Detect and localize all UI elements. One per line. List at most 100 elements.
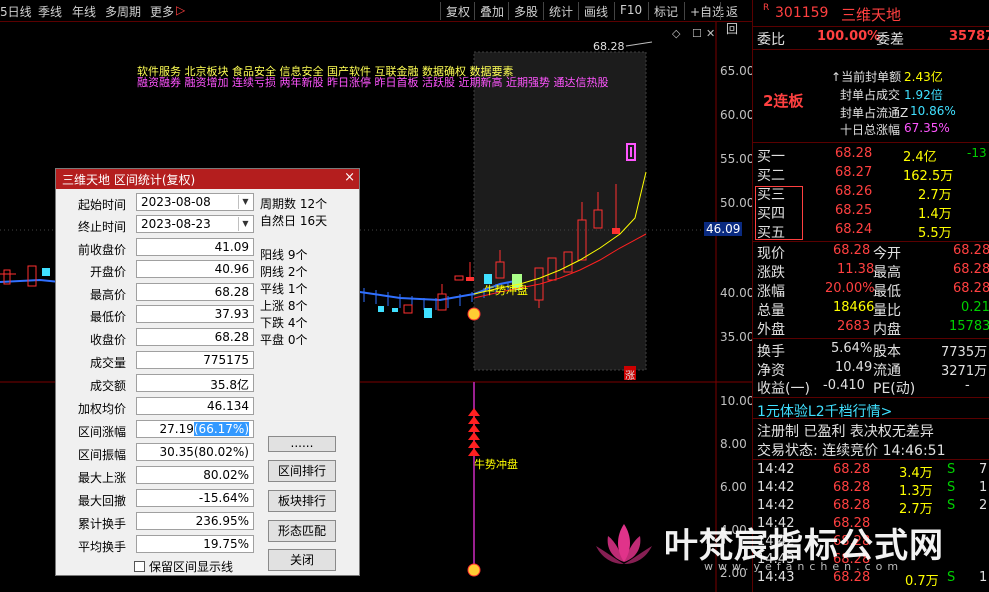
bid-price: 68.28 [835, 146, 873, 161]
tab-5day-ma[interactable]: 5日线 [0, 3, 32, 20]
stat-row-range-change: 区间涨幅 27.19(66.17%) [62, 420, 302, 440]
dialog-title: 三维天地 区间统计(复权) [62, 173, 196, 187]
concept-tags-line2: 融资融券 融资增加 连续亏损 两年新股 昨日涨停 昨日首板 活跃股 近期新高 近… [137, 76, 609, 89]
quote-label: 总量 [757, 303, 785, 319]
chart-option-icon-1[interactable]: ◇ [672, 27, 680, 40]
ten-day-gain-label: 十日总涨幅 [840, 123, 901, 137]
field-value[interactable]: 41.09 [136, 238, 254, 256]
field-value[interactable]: -15.64% [136, 489, 254, 507]
sub-tick-8: 8.00 [720, 437, 747, 451]
field-label: 累计换手 [77, 517, 126, 531]
field-value[interactable]: 80.02% [136, 466, 254, 484]
quote-label: 涨跌 [757, 265, 785, 281]
keep-range-line-checkbox[interactable]: 保留区间显示线 [134, 558, 233, 575]
restore-rights-button[interactable]: 复权 [440, 2, 475, 20]
stat-up-days: 上涨 8个 [260, 299, 308, 313]
tick-volume: 3.4万 [899, 466, 933, 481]
seal-vs-float-value: 10.86% [910, 104, 956, 118]
end-time-value: 2023-08-23 [141, 217, 211, 231]
quote-value: 20.00% [825, 281, 875, 296]
stat-yang-lines: 阳线 9个 [260, 248, 308, 262]
field-value[interactable]: 35.8亿 [136, 374, 254, 392]
chart-option-icon-3[interactable]: ✕ [706, 27, 715, 40]
y-tick-55: 55.00 [720, 152, 755, 166]
range-stats-dialog: 三维天地 区间统计(复权) × 起始时间 2023-08-08 ▼ 终止时间 2… [55, 168, 360, 576]
bid-volume: 2.7万 [918, 188, 952, 203]
site-watermark: 叶梵宸指标公式网 www.yefanchen.com [592, 518, 972, 578]
stat-row-cum-turnover: 累计换手 236.95% [62, 512, 302, 532]
stat-row-volume: 成交量 775175 [62, 351, 302, 371]
bid-label: 买三 [757, 187, 785, 203]
bid-price: 68.25 [835, 203, 873, 218]
tab-year-line[interactable]: 年线 [72, 3, 96, 20]
fund-value: 7735万 [941, 345, 988, 360]
more-arrow-icon[interactable]: ▷ [176, 3, 185, 17]
field-label: 最大回撤 [77, 494, 126, 508]
more-options-button[interactable]: ...... [268, 436, 336, 452]
f10-button[interactable]: F10 [614, 2, 647, 20]
trade-status: 交易状态: 连续竞价 14:46:51 [757, 443, 946, 459]
chevron-down-icon[interactable]: ▼ [238, 217, 252, 231]
field-value[interactable]: 19.75% [136, 535, 254, 553]
end-time-label: 终止时间 [77, 220, 126, 234]
chart-toolbar: 5日线 季线 年线 多周期 更多 ▷ 复权 叠加 多股 统计 画线 F10 标记… [0, 0, 752, 36]
back-button[interactable]: 返回 [720, 2, 752, 36]
stat-row-max-rise: 最大上涨 80.02% [62, 466, 302, 486]
start-time-select[interactable]: 2023-08-08 ▼ [136, 193, 254, 211]
statistics-button[interactable]: 统计 [543, 2, 578, 20]
seal-vs-turnover-label: 封单占成交 [840, 88, 901, 102]
stat-row-vwap: 加权均价 46.134 [62, 397, 302, 417]
overlay-button[interactable]: 叠加 [474, 2, 509, 20]
lotus-logo-icon [596, 524, 652, 564]
field-value[interactable]: 775175 [136, 351, 254, 369]
quote-value: 15783 [949, 319, 989, 334]
multi-stock-button[interactable]: 多股 [508, 2, 543, 20]
tick-count: 1 [979, 570, 988, 585]
field-label: 区间振幅 [77, 448, 126, 462]
tick-time: 14:42 [757, 498, 795, 513]
limit-up-marker: 涨 [625, 371, 635, 382]
bid-change: -13 [967, 146, 987, 160]
field-value[interactable]: 40.96 [136, 260, 254, 278]
stat-row-max-drawdown: 最大回撤 -15.64% [62, 489, 302, 509]
field-value[interactable]: 37.93 [136, 305, 254, 323]
tab-multi-period[interactable]: 多周期 [105, 3, 141, 20]
stat-row-amplitude: 区间振幅 30.35(80.02%) [62, 443, 302, 463]
quote-value: 68.28 [953, 281, 989, 296]
field-value[interactable]: 68.28 [136, 328, 254, 346]
field-value[interactable]: 236.95% [136, 512, 254, 530]
dialog-titlebar[interactable]: 三维天地 区间统计(复权) × [56, 169, 359, 189]
sector-rank-button[interactable]: 板块排行 [268, 490, 336, 512]
field-label: 收盘价 [89, 333, 126, 347]
tick-volume: 2.7万 [899, 502, 933, 517]
tick-count: 1 [979, 480, 988, 495]
r-badge: R [763, 3, 770, 13]
fund-value: - [965, 378, 970, 393]
fund-label: 收益(一) [757, 381, 810, 397]
draw-line-button[interactable]: 画线 [578, 2, 613, 20]
field-value[interactable]: 46.134 [136, 397, 254, 415]
quote-label: 今开 [873, 246, 901, 262]
close-button[interactable]: 关闭 [268, 549, 336, 571]
pattern-match-button[interactable]: 形态匹配 [268, 520, 336, 542]
end-time-select[interactable]: 2023-08-23 ▼ [136, 215, 254, 233]
stat-row-amount: 成交额 35.8亿 [62, 374, 302, 394]
fund-value: 10.49 [835, 360, 873, 375]
quote-label: 最高 [873, 265, 901, 281]
field-value[interactable]: 30.35(80.02%) [136, 443, 254, 461]
close-icon[interactable]: × [344, 170, 355, 185]
chevron-down-icon[interactable]: ▼ [238, 195, 252, 209]
mark-button[interactable]: 标记 [648, 2, 683, 20]
field-value[interactable]: 27.19(66.17%) [136, 420, 254, 438]
quote-value: 68.28 [953, 262, 989, 277]
fund-label: PE(动) [873, 381, 916, 397]
tab-more[interactable]: 更多 [150, 3, 174, 20]
field-value[interactable]: 68.28 [136, 283, 254, 301]
tab-quarter-line[interactable]: 季线 [38, 3, 62, 20]
seal-amount-value: 2.43亿 [904, 70, 943, 84]
bid-price: 68.26 [835, 184, 873, 199]
range-rank-button[interactable]: 区间排行 [268, 460, 336, 482]
checkbox-box[interactable] [134, 561, 145, 572]
chart-option-icon-2[interactable]: ☐ [692, 27, 702, 40]
bull-signal-label-bottom: 牛势冲盘 [474, 458, 518, 471]
